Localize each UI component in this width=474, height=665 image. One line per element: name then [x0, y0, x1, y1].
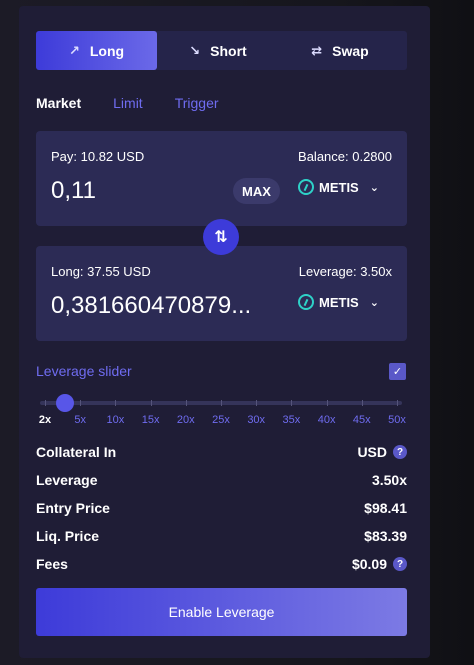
pay-amount-input[interactable]: 0,11	[51, 177, 96, 205]
help-icon[interactable]: ?	[393, 445, 407, 459]
order-type-tabs: Market Limit Trigger	[36, 95, 219, 111]
tab-limit[interactable]: Limit	[113, 95, 143, 111]
pay-box: Pay: 10.82 USD Balance: 0.2800 0,11 MAX …	[36, 131, 407, 226]
swap-vertical-icon: ⇅	[214, 229, 228, 246]
enable-leverage-button[interactable]: Enable Leverage	[36, 588, 407, 636]
trade-panel: ↗ Long ↘ Short ⇄ Swap Market Limit Trigg…	[19, 6, 430, 658]
switch-direction-button[interactable]: ⇅	[203, 219, 239, 255]
slider-mark-40x[interactable]: 40x	[318, 414, 336, 426]
slider-tick	[80, 400, 82, 406]
chevron-down-icon: ⌄	[369, 296, 379, 309]
liq-price-value: $83.39	[364, 528, 407, 544]
slider-tick	[397, 400, 398, 406]
slider-mark-30x[interactable]: 30x	[247, 414, 265, 426]
trend-down-icon: ↘	[189, 42, 201, 58]
slider-mark-20x[interactable]: 20x	[177, 414, 195, 426]
trend-up-icon: ↗	[68, 42, 80, 58]
position-tabs: ↗ Long ↘ Short ⇄ Swap	[36, 31, 407, 70]
long-box: Long: 37.55 USD Leverage: 3.50x 0,381660…	[36, 246, 407, 341]
info-row-liq-price: Liq. Price $83.39	[36, 528, 407, 548]
leverage-slider[interactable]: 2x 5x 10x 15x 20x 25x 30x 35x 40x 45x 50x	[39, 392, 406, 428]
entry-price-key: Entry Price	[36, 500, 110, 516]
entry-price-value: $98.41	[364, 500, 407, 516]
slider-tick	[361, 400, 363, 406]
metis-token-icon	[298, 294, 314, 310]
metis-token-icon	[298, 179, 314, 195]
slider-mark-50x[interactable]: 50x	[388, 414, 406, 426]
slider-mark-35x[interactable]: 35x	[283, 414, 301, 426]
leverage-slider-label: Leverage slider	[36, 363, 132, 379]
slider-tick	[185, 400, 187, 406]
slider-tick	[326, 400, 328, 406]
slider-tick	[256, 400, 258, 406]
collateral-key: Collateral In	[36, 444, 117, 460]
tab-long-label: Long	[89, 42, 125, 59]
long-amount-input[interactable]: 0,381660470879...	[51, 292, 251, 320]
slider-mark-25x[interactable]: 25x	[212, 414, 230, 426]
tab-short-label: Short	[210, 42, 247, 59]
info-row-fees: Fees $0.09 ?	[36, 556, 407, 576]
leverage-label: Leverage: 3.50x	[298, 264, 392, 279]
pay-token-symbol: METIS	[319, 179, 359, 195]
tab-short[interactable]: ↘ Short	[157, 31, 279, 70]
long-label: Long: 37.55 USD	[51, 264, 151, 279]
tab-long[interactable]: ↗ Long	[36, 31, 157, 70]
slider-mark-2x[interactable]: 2x	[39, 414, 51, 426]
leverage-value: 3.50x	[371, 472, 407, 488]
tab-swap[interactable]: ⇄ Swap	[279, 31, 401, 70]
slider-mark-5x[interactable]: 5x	[74, 414, 86, 426]
slider-tick	[291, 400, 293, 406]
checkmark-icon: ✓	[392, 366, 403, 378]
slider-marks: 2x 5x 10x 15x 20x 25x 30x 35x 40x 45x 50x	[39, 414, 406, 428]
chevron-down-icon: ⌄	[369, 181, 379, 194]
tab-market[interactable]: Market	[36, 95, 81, 111]
tab-trigger[interactable]: Trigger	[175, 95, 219, 111]
liq-price-key: Liq. Price	[36, 528, 100, 544]
max-button[interactable]: MAX	[233, 178, 280, 204]
slider-tick	[150, 400, 152, 406]
fees-value-text: $0.09	[351, 556, 387, 572]
slider-tick	[45, 400, 46, 406]
slider-tick	[221, 400, 222, 406]
slider-mark-15x[interactable]: 15x	[142, 414, 160, 426]
collateral-value-text: USD	[357, 444, 387, 460]
leverage-checkbox[interactable]: ✓	[389, 363, 406, 380]
pay-label: Pay: 10.82 USD	[51, 149, 145, 164]
leverage-key: Leverage	[36, 472, 98, 488]
slider-handle[interactable]	[56, 394, 75, 412]
info-row-collateral: Collateral In USD ?	[36, 444, 407, 464]
info-row-leverage: Leverage 3.50x	[36, 472, 407, 492]
help-icon[interactable]: ?	[393, 557, 407, 571]
slider-mark-45x[interactable]: 45x	[353, 414, 371, 426]
tab-swap-label: Swap	[332, 42, 369, 59]
info-row-entry-price: Entry Price $98.41	[36, 500, 407, 520]
pay-token-selector[interactable]: METIS ⌄	[298, 179, 379, 195]
fees-key: Fees	[36, 556, 68, 572]
balance-label[interactable]: Balance: 0.2800	[298, 149, 392, 164]
swap-arrows-icon: ⇄	[311, 42, 323, 58]
slider-mark-10x[interactable]: 10x	[107, 414, 125, 426]
collateral-value: USD ?	[357, 444, 407, 460]
fees-value: $0.09 ?	[352, 556, 407, 572]
long-token-selector[interactable]: METIS ⌄	[298, 294, 379, 310]
slider-ticks	[40, 400, 402, 406]
slider-tick	[115, 400, 117, 406]
long-token-symbol: METIS	[319, 294, 359, 310]
